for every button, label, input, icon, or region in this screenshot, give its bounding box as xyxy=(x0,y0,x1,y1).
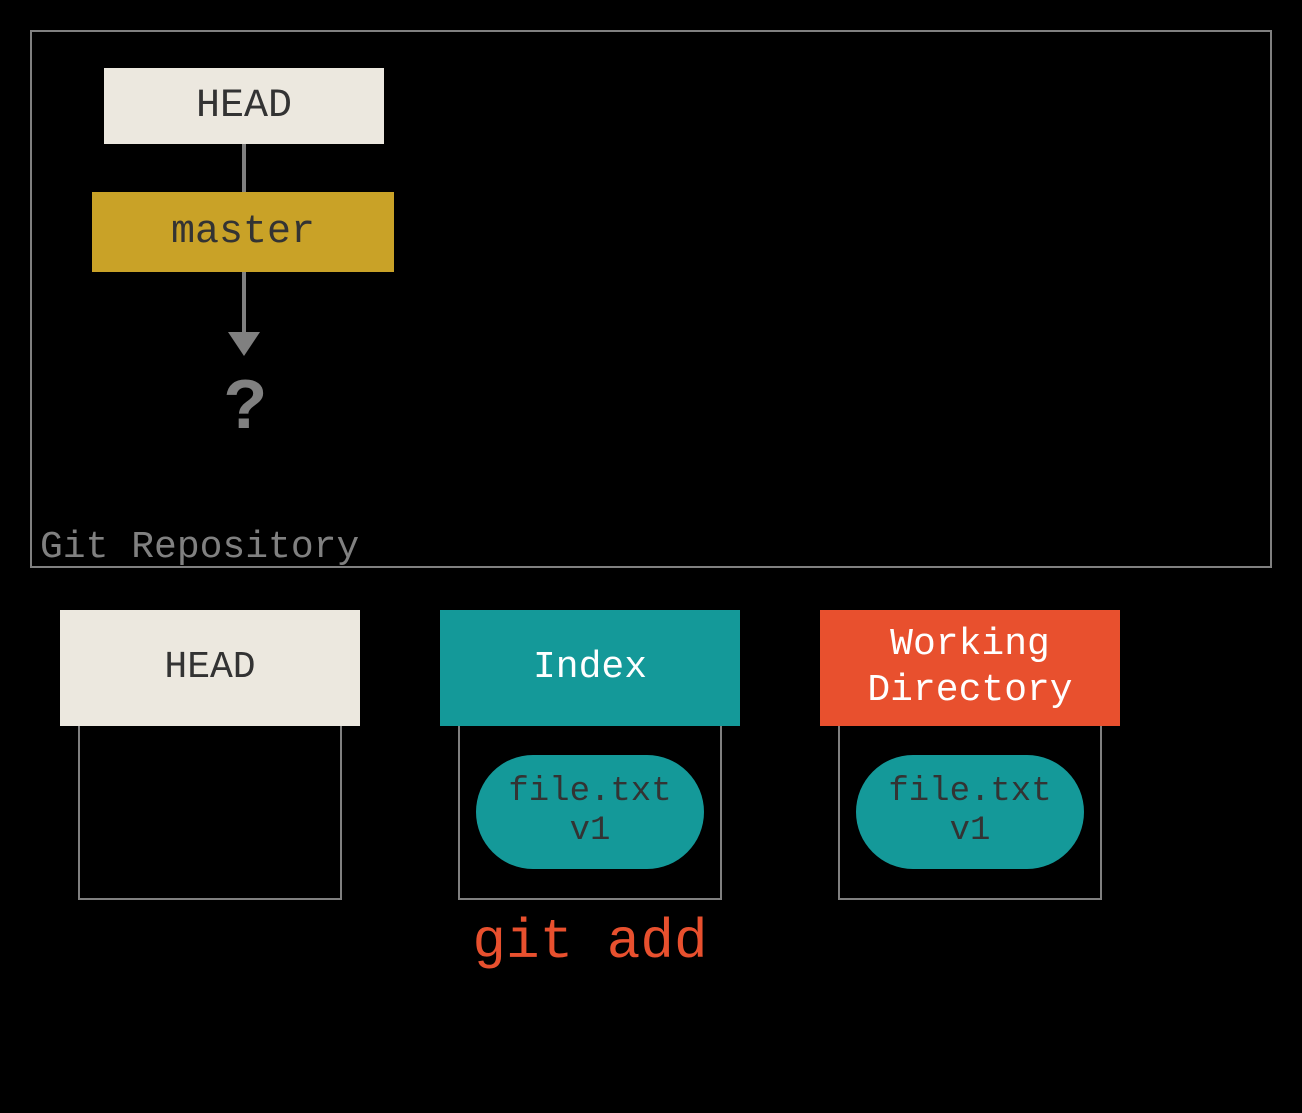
index-file-version: v1 xyxy=(570,812,611,850)
master-label: master xyxy=(171,210,315,255)
git-repository-box: HEAD master ? Git Repository xyxy=(30,30,1272,568)
working-directory-body: file.txt v1 xyxy=(838,726,1102,900)
working-file-name: file.txt xyxy=(888,773,1051,811)
working-file-pill: file.txt v1 xyxy=(856,755,1083,869)
head-area-label: HEAD xyxy=(164,645,255,691)
arrow-head-to-master xyxy=(242,144,246,192)
head-pointer-box: HEAD xyxy=(104,68,384,144)
index-area: Index file.txt v1 xyxy=(440,610,740,900)
head-label: HEAD xyxy=(196,84,292,129)
arrow-master-to-unknown-head xyxy=(228,332,260,356)
head-area-header: HEAD xyxy=(60,610,360,726)
working-directory-area: Working Directory file.txt v1 xyxy=(820,610,1120,900)
working-file-version: v1 xyxy=(950,812,991,850)
working-directory-header: Working Directory xyxy=(820,610,1120,726)
index-area-body: file.txt v1 xyxy=(458,726,722,900)
head-area-body xyxy=(78,726,342,900)
index-file-pill: file.txt v1 xyxy=(476,755,703,869)
index-area-label: Index xyxy=(533,645,647,691)
master-branch-box: master xyxy=(92,192,394,272)
index-file-name: file.txt xyxy=(508,773,671,811)
unknown-commit-icon: ? xyxy=(224,368,267,450)
arrow-master-to-unknown-line xyxy=(242,272,246,336)
head-area: HEAD xyxy=(60,610,360,900)
working-directory-label: Working Directory xyxy=(867,622,1072,713)
git-command-label: git add xyxy=(440,910,740,974)
repository-label: Git Repository xyxy=(40,526,359,569)
index-area-header: Index xyxy=(440,610,740,726)
